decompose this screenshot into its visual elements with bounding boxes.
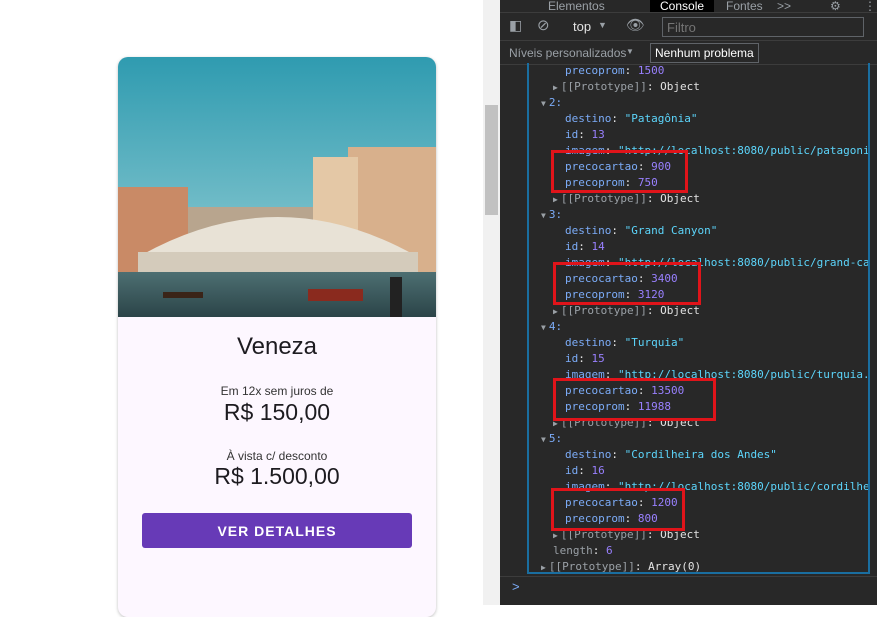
web-page: Veneza Em 12x sem juros de R$ 150,00 À v… xyxy=(0,0,483,617)
divider xyxy=(500,576,877,577)
log-line: destino: "Cordilheira dos Andes" xyxy=(565,448,777,461)
installment-label: Em 12x sem juros de xyxy=(220,384,334,398)
highlight-box xyxy=(553,378,716,421)
filter-input[interactable] xyxy=(662,17,864,37)
tab-sources[interactable]: Fontes xyxy=(726,0,763,12)
collapse-triangle-icon[interactable]: ▶ xyxy=(541,563,546,572)
log-line: destino: "Patagônia" xyxy=(565,112,698,125)
log-line[interactable]: ▼ 5: xyxy=(541,431,562,447)
expand-triangle-icon[interactable]: ▼ xyxy=(541,99,546,108)
chevron-down-icon: ▼ xyxy=(598,20,607,30)
scrollbar-thumb[interactable] xyxy=(485,105,498,215)
log-levels-dropdown[interactable]: Níveis personalizados xyxy=(509,46,626,60)
log-line[interactable]: ▶ [[Prototype]]: Object xyxy=(553,191,700,207)
page-scrollbar[interactable] xyxy=(483,0,500,605)
console-prompt[interactable]: > xyxy=(512,579,520,594)
log-line: id: 14 xyxy=(565,240,605,253)
log-line: id: 15 xyxy=(565,352,605,365)
log-line[interactable]: ▼ 3: xyxy=(541,207,562,223)
venice-photo xyxy=(118,57,436,317)
devtools-tabs: Elementos Console Fontes >> ⚙ ⋮ xyxy=(500,0,877,13)
expand-triangle-icon[interactable]: ▼ xyxy=(541,211,546,220)
console-toolbar-2: Níveis personalizados ▼ Nenhum problema xyxy=(500,41,877,65)
settings-icon[interactable]: ⚙ xyxy=(830,0,841,12)
context-select[interactable]: top xyxy=(573,19,591,34)
expand-triangle-icon[interactable]: ▼ xyxy=(541,435,546,444)
view-details-button[interactable]: VER DETALHES xyxy=(142,513,412,548)
installment-price: R$ 150,00 xyxy=(223,399,331,425)
log-line[interactable]: ▼ 2: xyxy=(541,95,562,111)
collapse-triangle-icon[interactable]: ▶ xyxy=(553,195,558,204)
issues-button[interactable]: Nenhum problema xyxy=(650,43,759,63)
expand-triangle-icon[interactable]: ▼ xyxy=(541,323,546,332)
clear-console-icon[interactable]: ⊘ xyxy=(537,16,550,34)
highlight-box xyxy=(551,150,688,193)
log-line[interactable]: ▼ 4: xyxy=(541,319,562,335)
collapse-triangle-icon[interactable]: ▶ xyxy=(553,83,558,92)
destination-card: Veneza Em 12x sem juros de R$ 150,00 À v… xyxy=(118,57,436,617)
tab-console[interactable]: Console xyxy=(650,0,715,12)
log-line: id: 16 xyxy=(565,464,605,477)
cash-label: À vista c/ desconto xyxy=(226,449,328,463)
log-line: length: 6 xyxy=(553,544,613,557)
more-tabs-button[interactable]: >> xyxy=(777,0,791,12)
more-options-icon[interactable]: ⋮ xyxy=(864,0,876,12)
log-line: id: 13 xyxy=(565,128,605,141)
card-title: Veneza xyxy=(236,333,318,360)
log-line: destino: "Turquia" xyxy=(565,336,685,349)
collapse-triangle-icon[interactable]: ▶ xyxy=(553,531,558,540)
log-line: destino: "Grand Canyon" xyxy=(565,224,718,237)
collapse-triangle-icon[interactable]: ▶ xyxy=(553,307,558,316)
highlight-box xyxy=(553,262,701,305)
log-line[interactable]: ▶ [[Prototype]]: Array(0) xyxy=(541,559,701,572)
devtools-panel: Elementos Console Fontes >> ⚙ ⋮ ◧ ⊘ top … xyxy=(500,0,877,605)
chevron-down-icon: ▼ xyxy=(626,47,634,56)
sidebar-toggle-icon[interactable]: ◧ xyxy=(509,17,522,34)
log-line[interactable]: ▶ [[Prototype]]: Object xyxy=(553,79,700,95)
cash-price: R$ 1.500,00 xyxy=(214,463,340,489)
console-toolbar: ◧ ⊘ top ▼ 👁 xyxy=(500,13,877,41)
log-line[interactable]: ▶ [[Prototype]]: Object xyxy=(553,303,700,319)
log-line: precoprom: 1500 xyxy=(565,64,665,77)
tab-elements[interactable]: Elementos xyxy=(548,0,605,12)
eye-icon[interactable]: 👁 xyxy=(626,16,645,34)
highlight-box xyxy=(551,488,685,531)
